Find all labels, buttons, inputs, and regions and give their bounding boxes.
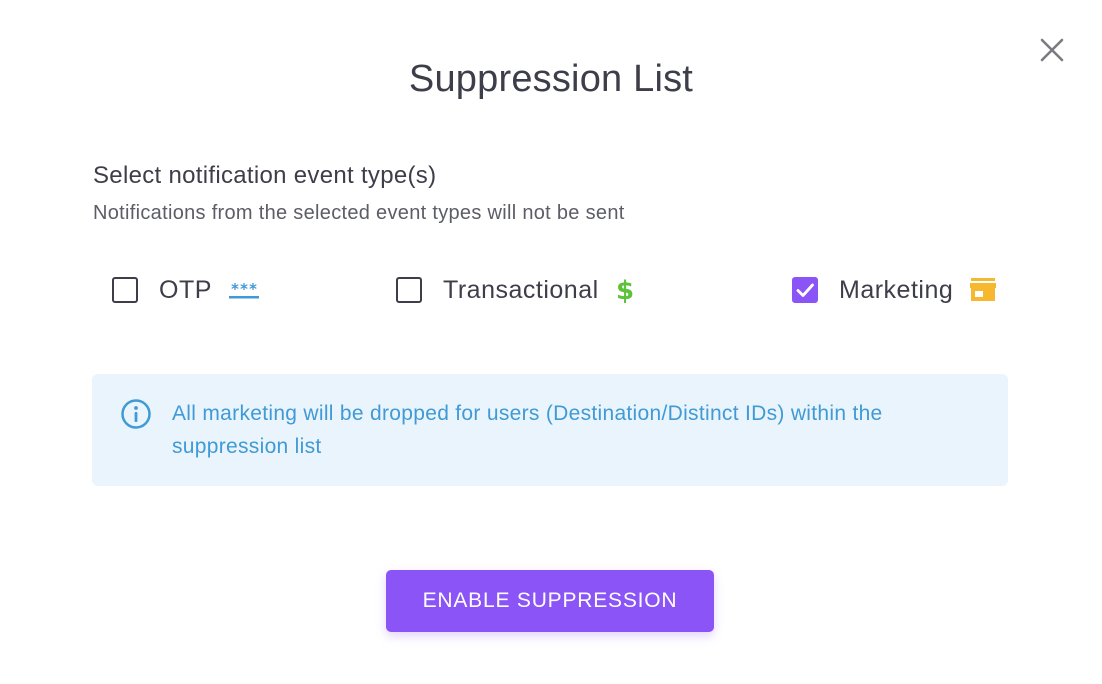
svg-text:$: $ xyxy=(616,276,634,305)
section-heading: Select notification event type(s) xyxy=(93,162,437,189)
marketing-label: Marketing xyxy=(839,275,954,304)
svg-text:***: *** xyxy=(230,280,257,298)
transactional-checkbox[interactable] xyxy=(396,277,422,303)
otp-label: OTP xyxy=(159,275,212,304)
dollar-icon: $ xyxy=(615,275,635,305)
option-marketing[interactable]: Marketing xyxy=(792,272,997,308)
marketing-checkbox[interactable] xyxy=(792,277,818,303)
dialog-title: Suppression List xyxy=(408,58,694,100)
info-icon xyxy=(121,399,151,429)
section-description: Notifications from the selected event ty… xyxy=(93,202,625,224)
info-alert: All marketing will be dropped for users … xyxy=(92,374,1008,486)
asterisks-icon: *** xyxy=(228,280,260,300)
option-otp[interactable]: OTP *** xyxy=(112,272,260,308)
transactional-label: Transactional xyxy=(443,275,599,304)
otp-checkbox[interactable] xyxy=(112,277,138,303)
enable-suppression-button[interactable]: ENABLE SUPPRESSION xyxy=(386,570,714,632)
suppression-list-dialog: Suppression List Select notification eve… xyxy=(0,0,1102,684)
info-message: All marketing will be dropped for users … xyxy=(172,402,883,458)
checkmark-icon xyxy=(796,283,814,297)
storefront-icon xyxy=(969,277,997,303)
option-transactional[interactable]: Transactional $ xyxy=(396,272,635,308)
